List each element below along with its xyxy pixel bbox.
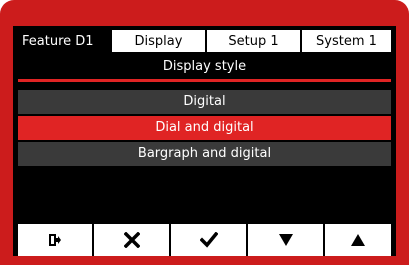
down-button[interactable] bbox=[246, 224, 323, 256]
title-divider bbox=[18, 79, 391, 82]
tab-setup-1[interactable]: Setup 1 bbox=[205, 30, 300, 52]
up-button[interactable] bbox=[323, 224, 391, 256]
exit-button[interactable] bbox=[18, 224, 92, 256]
softkey-bar bbox=[18, 224, 391, 256]
tab-system-1[interactable]: System 1 bbox=[300, 30, 391, 52]
confirm-button[interactable] bbox=[169, 224, 246, 256]
cross-icon bbox=[123, 232, 140, 248]
option-digital[interactable]: Digital bbox=[18, 90, 391, 114]
option-dial-and-digital[interactable]: Dial and digital bbox=[18, 116, 391, 140]
up-triangle-icon bbox=[351, 234, 365, 246]
exit-icon bbox=[49, 234, 61, 246]
tab-display[interactable]: Display bbox=[110, 30, 205, 52]
menu-title: Display style bbox=[162, 59, 247, 74]
cancel-button[interactable] bbox=[92, 224, 169, 256]
device-frame-bottom bbox=[0, 256, 409, 265]
option-bargraph-and-digital[interactable]: Bargraph and digital bbox=[18, 142, 391, 166]
checkmark-icon bbox=[199, 232, 218, 248]
tab-feature-d1[interactable]: Feature D1 bbox=[18, 30, 110, 52]
tab-bar: Feature D1 Display Setup 1 System 1 bbox=[18, 30, 391, 52]
down-triangle-icon bbox=[278, 234, 293, 246]
display-screen: Feature D1 Display Setup 1 System 1 Disp… bbox=[13, 26, 396, 256]
